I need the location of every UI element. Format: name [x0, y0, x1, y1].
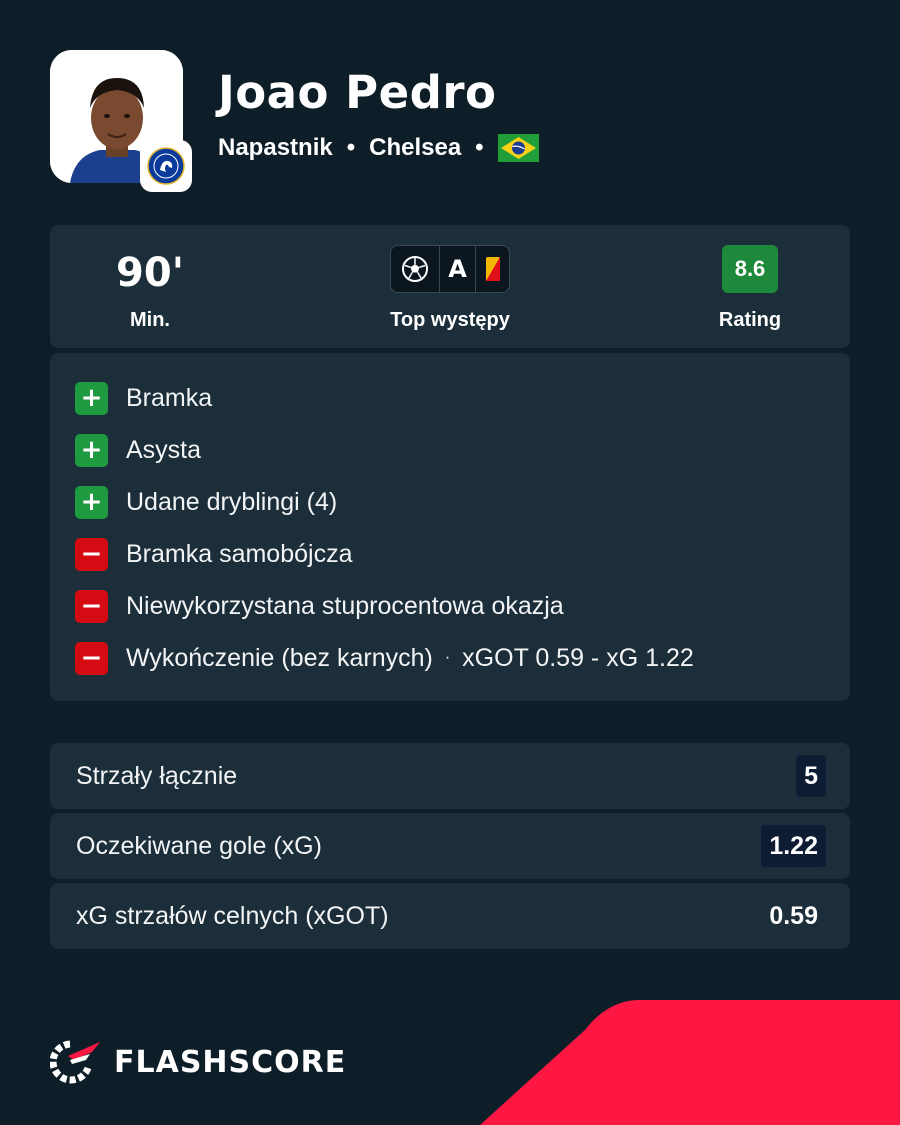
- event-label: Niewykorzystana stuprocentowa okazja: [126, 591, 564, 620]
- player-meta: Napastnik • Chelsea •: [218, 134, 539, 162]
- stat-label: Strzały łącznie: [76, 761, 238, 790]
- event-row: + Bramka: [75, 381, 212, 415]
- stat-label: xG strzałów celnych (xGOT): [76, 901, 389, 930]
- stat-value: 0.59: [769, 901, 818, 930]
- plus-icon: +: [75, 381, 108, 415]
- minus-icon: −: [75, 641, 108, 675]
- minutes-label: Min.: [130, 309, 170, 331]
- event-row: − Bramka samobójcza: [75, 537, 352, 571]
- event-row: − Wykończenie (bez karnych) · xGOT 0.59 …: [75, 641, 694, 675]
- plus-icon: +: [75, 433, 108, 467]
- event-label: Wykończenie (bez karnych): [126, 643, 433, 672]
- minutes-value: 90': [116, 250, 184, 296]
- plus-icon: +: [75, 485, 108, 519]
- stat-row-shots: Strzały łącznie 5: [50, 743, 850, 809]
- player-name: Joao Pedro: [218, 66, 497, 119]
- flashscore-logo-icon: [50, 1040, 100, 1084]
- event-label: Udane dryblingi (4): [126, 487, 338, 516]
- flashscore-logo: FLASHSCORE: [50, 1038, 346, 1086]
- rating-column: 8.6 Rating: [690, 225, 810, 348]
- event-label: Asysta: [126, 435, 202, 464]
- meta-separator: •: [475, 134, 484, 161]
- event-detail-separator: ·: [444, 649, 451, 666]
- red-card-icon: [476, 244, 510, 293]
- event-label: Bramka: [126, 383, 213, 412]
- stat-value: 5: [796, 755, 826, 797]
- event-detail: xGOT 0.59 - xG 1.22: [462, 643, 694, 672]
- stat-row-xgot: xG strzałów celnych (xGOT) 0.59: [50, 883, 850, 949]
- event-row: + Asysta: [75, 433, 201, 467]
- assist-icon: A: [440, 244, 476, 293]
- brazil-flag-icon: [497, 134, 539, 162]
- rating-label: Rating: [718, 309, 782, 331]
- stat-value: 1.22: [761, 825, 826, 867]
- chelsea-badge-icon: [140, 140, 192, 192]
- stat-row-xg: Oczekiwane gole (xG) 1.22: [50, 813, 850, 879]
- player-position: Napastnik: [218, 134, 333, 161]
- minutes-column: 90' Min.: [90, 225, 210, 348]
- event-row: + Udane dryblingi (4): [75, 485, 337, 519]
- events-card: + Bramka + Asysta + Udane dryblingi (4) …: [50, 353, 850, 701]
- event-label: Bramka samobójcza: [126, 539, 353, 568]
- brand-name: FLASHSCORE: [114, 1044, 347, 1080]
- summary-card: 90' Min. A Top występy 8.6 Rating: [50, 225, 850, 348]
- goal-ball-icon: [390, 244, 440, 293]
- event-row: − Niewykorzystana stuprocentowa okazja: [75, 589, 564, 623]
- minus-icon: −: [75, 589, 108, 623]
- minus-icon: −: [75, 537, 108, 571]
- stat-label: Oczekiwane gole (xG): [76, 831, 322, 860]
- top-performance-label: Top występy: [390, 309, 510, 331]
- top-performance-icons: A: [390, 244, 510, 293]
- rating-badge: 8.6: [722, 245, 778, 293]
- meta-separator: •: [346, 134, 356, 161]
- player-club: Chelsea: [369, 134, 462, 161]
- top-performance-column: A Top występy: [350, 225, 550, 348]
